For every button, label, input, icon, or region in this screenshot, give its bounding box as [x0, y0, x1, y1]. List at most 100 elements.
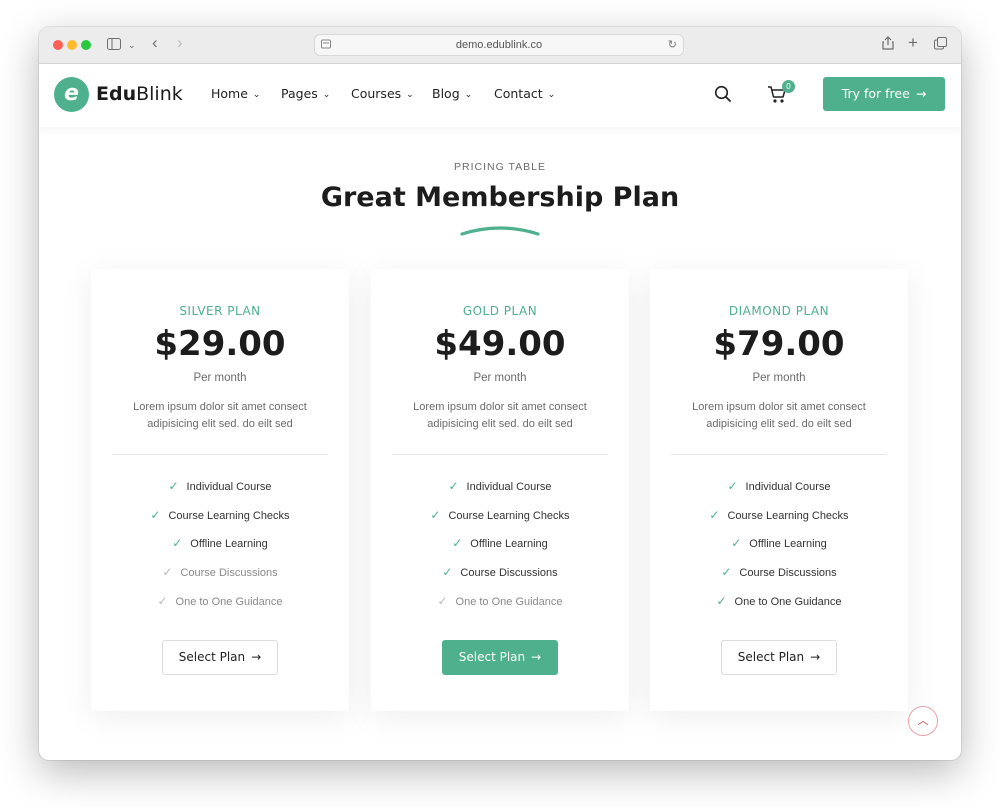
try-for-free-button[interactable]: Try for free →	[823, 77, 945, 111]
chevron-down-icon: ⌄	[322, 90, 331, 100]
arrow-right-icon: →	[810, 650, 821, 664]
plan-name: DIAMOND PLAN	[728, 304, 830, 318]
arrow-right-icon: →	[531, 650, 542, 664]
feature-item: ✓ Individual Course	[371, 479, 629, 508]
select-plan-label: Select Plan	[178, 650, 246, 664]
check-icon: ✓	[172, 536, 183, 551]
check-icon: ✓	[442, 565, 453, 580]
check-icon: ✓	[731, 536, 742, 551]
feature-item: ✓ Course Discussions	[650, 565, 908, 594]
search-icon[interactable]	[713, 84, 733, 104]
check-icon: ✓	[709, 507, 720, 522]
feature-list: ✓ Individual Course ✓ Course Learning Chec…	[91, 479, 349, 622]
pricing-card-silver: SILVER PLAN $29.00 Per month Lorem ipsum…	[91, 269, 349, 711]
plan-name: GOLD PLAN	[462, 304, 538, 318]
feature-item: ✓ One to One Guidance	[371, 594, 629, 623]
chevron-down-icon: ⌄	[406, 90, 414, 100]
pricing-card-gold: GOLD PLAN $49.00 Per month Lorem ipsum d…	[371, 269, 629, 711]
divider	[671, 454, 887, 455]
back-icon[interactable]: ‹	[152, 33, 158, 53]
sidebar-toggle-icon[interactable]	[107, 35, 121, 55]
feature-label: One to One Guidance	[455, 595, 563, 608]
feature-item: ✓ Individual Course	[650, 479, 908, 508]
feature-label: Individual Course	[466, 481, 552, 493]
plan-price: $49.00	[434, 324, 566, 364]
check-icon: ✓	[727, 479, 738, 493]
chevron-down-icon: ⌄	[252, 90, 261, 100]
tabs-overview-icon[interactable]	[934, 35, 947, 55]
arrow-right-icon: →	[915, 86, 927, 101]
check-icon: ✓	[452, 536, 463, 551]
browser-toolbar: ⌄ ‹ › demo.edublink.co ↻ +	[39, 27, 961, 64]
select-plan-button[interactable]: Select Plan →	[721, 640, 837, 675]
feature-item: ✓ Course Learning Checks	[650, 508, 908, 537]
nav-item-home[interactable]: Home ⌄	[211, 86, 260, 101]
reload-icon[interactable]: ↻	[668, 35, 677, 55]
close-window-button[interactable]	[53, 40, 63, 50]
section-title: Great Membership Plan	[320, 182, 680, 213]
check-icon: ✓	[168, 479, 179, 493]
feature-item: ✓ Course Discussions	[371, 565, 629, 594]
select-plan-button[interactable]: Select Plan →	[442, 640, 558, 675]
check-icon: ✓	[162, 565, 173, 580]
new-tab-icon[interactable]: +	[908, 33, 918, 53]
forward-icon[interactable]: ›	[177, 33, 183, 53]
feature-item: ✓ One to One Guidance	[650, 594, 908, 623]
feature-label: One to One Guidance	[175, 595, 283, 608]
feature-label: Individual Course	[745, 481, 831, 493]
arrow-right-icon: →	[251, 650, 262, 664]
plan-price: $79.00	[713, 324, 845, 364]
feature-list: ✓ Individual Course ✓ Course Learning Chec…	[650, 479, 908, 622]
plan-description: Lorem ipsum dolor sit amet consect adipi…	[133, 401, 307, 430]
nav-item-blog[interactable]: Blog ⌄	[432, 86, 472, 101]
maximize-window-button[interactable]	[81, 40, 91, 50]
nav-item-contact[interactable]: Contact ⌄	[494, 86, 555, 101]
check-icon: ✓	[448, 479, 459, 493]
plan-description: Lorem ipsum dolor sit amet consect adipi…	[692, 401, 866, 430]
feature-label: One to One Guidance	[734, 595, 842, 608]
feature-item: ✓ Offline Learning	[650, 536, 908, 565]
address-bar[interactable]: demo.edublink.co ↻	[314, 34, 684, 56]
try-for-free-label: Try for free	[841, 86, 910, 101]
nav-label: Courses	[351, 86, 402, 101]
plan-price: $29.00	[154, 324, 286, 364]
logo-text[interactable]: EduBlink	[96, 83, 183, 105]
nav-item-pages[interactable]: Pages ⌄	[281, 86, 330, 101]
chevron-up-icon: ︿	[917, 715, 929, 727]
nav-label: Home	[211, 86, 248, 101]
plan-description: Lorem ipsum dolor sit amet consect adipi…	[413, 401, 587, 430]
chevron-down-icon: ⌄	[547, 90, 556, 100]
divider	[112, 454, 328, 455]
nav-item-courses[interactable]: Courses ⌄	[351, 86, 414, 101]
minimize-window-button[interactable]	[67, 40, 77, 50]
title-underline-decoration	[460, 226, 540, 236]
feature-label: Offline Learning	[749, 538, 827, 551]
check-icon: ✓	[430, 507, 441, 522]
plan-name: SILVER PLAN	[179, 304, 261, 318]
feature-item: ✓ Offline Learning	[91, 536, 349, 565]
plan-period: Per month	[473, 372, 527, 384]
check-icon: ✓	[716, 593, 727, 608]
check-icon: ✓	[437, 593, 448, 608]
scroll-to-top-button[interactable]: ︿	[908, 706, 938, 736]
chevron-down-icon: ⌄	[464, 90, 473, 100]
feature-item: ✓ One to One Guidance	[91, 594, 349, 623]
logo-brand-rest: Blink	[136, 83, 183, 105]
feature-item: ✓ Course Learning Checks	[371, 508, 629, 537]
site-header: e EduBlink Home ⌄ Pages ⌄ Courses ⌄ Blog ⌄ C…	[39, 64, 961, 127]
feature-item: ✓ Offline Learning	[371, 536, 629, 565]
feature-list: ✓ Individual Course ✓ Course Learning Chec…	[371, 479, 629, 622]
address-url: demo.edublink.co	[455, 39, 543, 51]
page-settings-icon[interactable]	[321, 39, 331, 49]
feature-item: ✓ Course Learning Checks	[91, 508, 349, 537]
feature-label: Course Learning Checks	[448, 509, 570, 522]
chevron-down-icon[interactable]: ⌄	[128, 35, 136, 55]
check-icon: ✓	[721, 565, 732, 580]
feature-item: ✓ Course Discussions	[91, 565, 349, 594]
logo-icon[interactable]: e	[54, 77, 89, 112]
feature-label: Course Learning Checks	[727, 509, 849, 522]
select-plan-button[interactable]: Select Plan →	[162, 640, 278, 675]
share-icon[interactable]	[882, 35, 894, 55]
check-icon: ✓	[150, 507, 161, 522]
section-subtitle: PRICING TABLE	[454, 161, 546, 173]
